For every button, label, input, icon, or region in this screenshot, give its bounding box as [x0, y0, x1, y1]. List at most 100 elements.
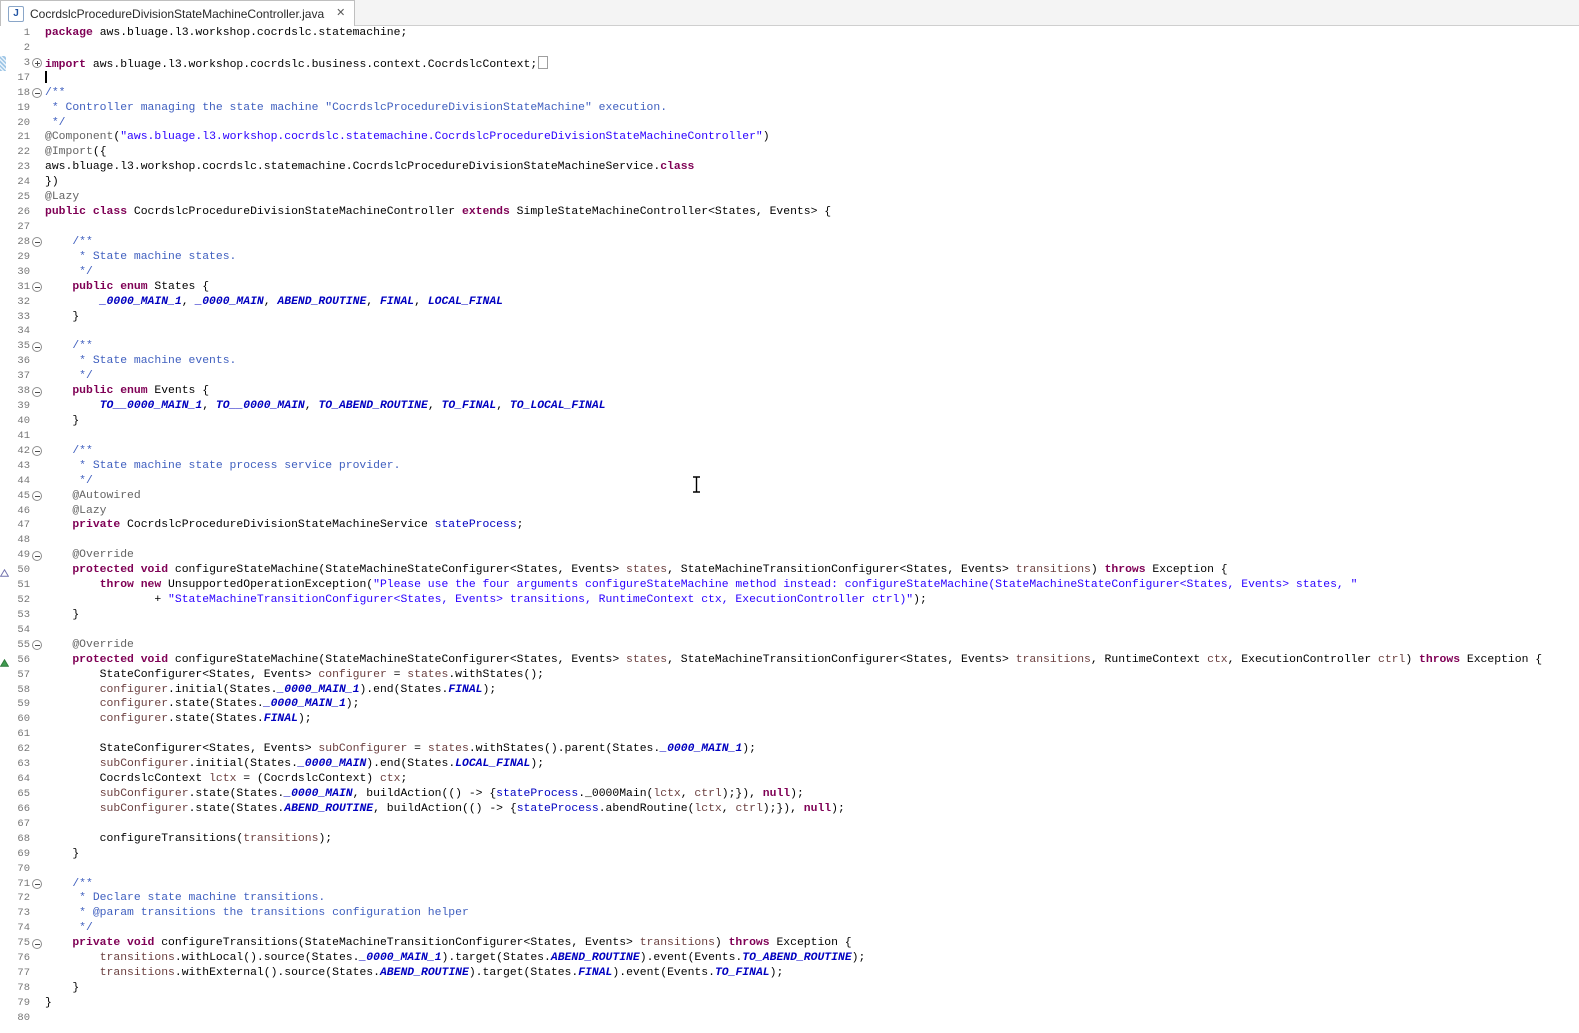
code-line[interactable]: 31 public enum States {	[0, 280, 1579, 295]
code-line[interactable]: 66 subConfigurer.state(States.ABEND_ROUT…	[0, 802, 1579, 817]
code-line[interactable]: 37 */	[0, 369, 1579, 384]
code-line[interactable]: 33 }	[0, 310, 1579, 325]
fold-collapse-icon[interactable]	[32, 237, 42, 247]
code-line[interactable]: 75 private void configureTransitions(Sta…	[0, 936, 1579, 951]
line-number: 57	[8, 668, 31, 683]
code-line[interactable]: 80	[0, 1011, 1579, 1026]
code-line[interactable]: 65 subConfigurer.state(States._0000_MAIN…	[0, 787, 1579, 802]
fold-collapse-icon[interactable]	[32, 551, 42, 561]
code-text: transitions.withLocal().source(States._0…	[45, 951, 865, 966]
code-area[interactable]: 1package aws.bluage.l3.workshop.cocrdslc…	[0, 26, 1579, 1026]
line-number: 27	[8, 220, 31, 235]
fold-collapse-icon[interactable]	[32, 88, 42, 98]
code-line[interactable]: 34	[0, 324, 1579, 339]
code-line[interactable]: 57 StateConfigurer<States, Events> confi…	[0, 668, 1579, 683]
code-line[interactable]: 78 }	[0, 981, 1579, 996]
code-line[interactable]: 58 configurer.initial(States._0000_MAIN_…	[0, 683, 1579, 698]
code-line[interactable]: 47 private CocrdslcProcedureDivisionStat…	[0, 518, 1579, 533]
fold-collapse-icon[interactable]	[32, 640, 42, 650]
code-line[interactable]: 68 configureTransitions(transitions);	[0, 832, 1579, 847]
code-line[interactable]: 61	[0, 727, 1579, 742]
code-line[interactable]: 67	[0, 817, 1579, 832]
code-line[interactable]: 27	[0, 220, 1579, 235]
fold-collapse-icon[interactable]	[32, 342, 42, 352]
line-number: 73	[8, 906, 31, 921]
code-line[interactable]: 40 }	[0, 414, 1579, 429]
code-line[interactable]: 41	[0, 429, 1579, 444]
code-line[interactable]: 28 /**	[0, 235, 1579, 250]
code-line[interactable]: 79}	[0, 996, 1579, 1011]
fold-collapse-icon[interactable]	[32, 939, 42, 949]
code-line[interactable]: 2	[0, 41, 1579, 56]
code-line[interactable]: 53 }	[0, 608, 1579, 623]
code-text: /**	[45, 235, 93, 250]
code-line[interactable]: 60 configurer.state(States.FINAL);	[0, 712, 1579, 727]
code-line[interactable]: 21@Component("aws.bluage.l3.workshop.coc…	[0, 130, 1579, 145]
fold-collapse-icon[interactable]	[32, 387, 42, 397]
code-line[interactable]: 43 * State machine state process service…	[0, 459, 1579, 474]
code-line[interactable]: 3import aws.bluage.l3.workshop.cocrdslc.…	[0, 56, 1579, 71]
code-line[interactable]: 77 transitions.withExternal().source(Sta…	[0, 966, 1579, 981]
code-line[interactable]: 25@Lazy	[0, 190, 1579, 205]
code-line[interactable]: 51 throw new UnsupportedOperationExcepti…	[0, 578, 1579, 593]
code-line[interactable]: 46 @Lazy	[0, 504, 1579, 519]
editor-tab-bar: J CocrdslcProcedureDivisionStateMachineC…	[0, 0, 1579, 26]
code-line[interactable]: 55 @Override	[0, 638, 1579, 653]
code-line[interactable]: 35 /**	[0, 339, 1579, 354]
code-line[interactable]: 63 subConfigurer.initial(States._0000_MA…	[0, 757, 1579, 772]
code-line[interactable]: 22@Import({	[0, 145, 1579, 160]
code-line[interactable]: 62 StateConfigurer<States, Events> subCo…	[0, 742, 1579, 757]
fold-collapse-icon[interactable]	[32, 879, 42, 889]
code-line[interactable]: 71 /**	[0, 877, 1579, 892]
code-line[interactable]: 18/**	[0, 86, 1579, 101]
fold-collapse-icon[interactable]	[32, 491, 42, 501]
code-line[interactable]: 23aws.bluage.l3.workshop.cocrdslc.statem…	[0, 160, 1579, 175]
line-number: 65	[8, 787, 31, 802]
code-line[interactable]: 52 + "StateMachineTransitionConfigurer<S…	[0, 593, 1579, 608]
code-line[interactable]: 19 * Controller managing the state machi…	[0, 101, 1579, 116]
code-line[interactable]: 73 * @param transitions the transitions …	[0, 906, 1579, 921]
code-line[interactable]: 44 */	[0, 474, 1579, 489]
code-line[interactable]: 59 configurer.state(States._0000_MAIN_1)…	[0, 697, 1579, 712]
line-number: 50	[8, 563, 31, 578]
code-line[interactable]: 54	[0, 623, 1579, 638]
code-line[interactable]: 17	[0, 71, 1579, 86]
code-line[interactable]: 30 */	[0, 265, 1579, 280]
code-line[interactable]: 70	[0, 862, 1579, 877]
code-line[interactable]: 48	[0, 533, 1579, 548]
code-line[interactable]: 20 */	[0, 116, 1579, 131]
code-line[interactable]: 1package aws.bluage.l3.workshop.cocrdslc…	[0, 26, 1579, 41]
editor-tab[interactable]: J CocrdslcProcedureDivisionStateMachineC…	[0, 0, 355, 26]
code-line[interactable]: 72 * Declare state machine transitions.	[0, 891, 1579, 906]
line-number: 25	[8, 190, 31, 205]
code-line[interactable]: 50 protected void configureStateMachine(…	[0, 563, 1579, 578]
fold-expand-icon[interactable]	[32, 58, 42, 68]
code-line[interactable]: 32 _0000_MAIN_1, _0000_MAIN, ABEND_ROUTI…	[0, 295, 1579, 310]
line-number: 17	[8, 71, 31, 86]
code-line[interactable]: 26public class CocrdslcProcedureDivision…	[0, 205, 1579, 220]
code-line[interactable]: 24})	[0, 175, 1579, 190]
code-line[interactable]: 38 public enum Events {	[0, 384, 1579, 399]
fold-collapse-icon[interactable]	[32, 446, 42, 456]
code-text: public enum Events {	[45, 384, 209, 399]
code-line[interactable]: 56 protected void configureStateMachine(…	[0, 653, 1579, 668]
code-line[interactable]: 39 TO__0000_MAIN_1, TO__0000_MAIN, TO_AB…	[0, 399, 1579, 414]
code-line[interactable]: 42 /**	[0, 444, 1579, 459]
code-line[interactable]: 74 */	[0, 921, 1579, 936]
tab-close-icon[interactable]: ✕	[336, 8, 345, 19]
line-number: 69	[8, 847, 31, 862]
code-text: protected void configureStateMachine(Sta…	[45, 563, 1228, 578]
java-file-icon: J	[8, 6, 24, 22]
code-line[interactable]: 45 @Autowired	[0, 489, 1579, 504]
code-line[interactable]: 29 * State machine states.	[0, 250, 1579, 265]
collapsed-region-box[interactable]	[538, 56, 548, 69]
code-line[interactable]: 64 CocrdslcContext lctx = (CocrdslcConte…	[0, 772, 1579, 787]
code-line[interactable]: 36 * State machine events.	[0, 354, 1579, 369]
code-line[interactable]: 76 transitions.withLocal().source(States…	[0, 951, 1579, 966]
code-line[interactable]: 49 @Override	[0, 548, 1579, 563]
code-line[interactable]: 69 }	[0, 847, 1579, 862]
line-number: 45	[8, 489, 31, 504]
fold-collapse-icon[interactable]	[32, 282, 42, 292]
code-text: }	[45, 608, 79, 623]
line-number: 74	[8, 921, 31, 936]
